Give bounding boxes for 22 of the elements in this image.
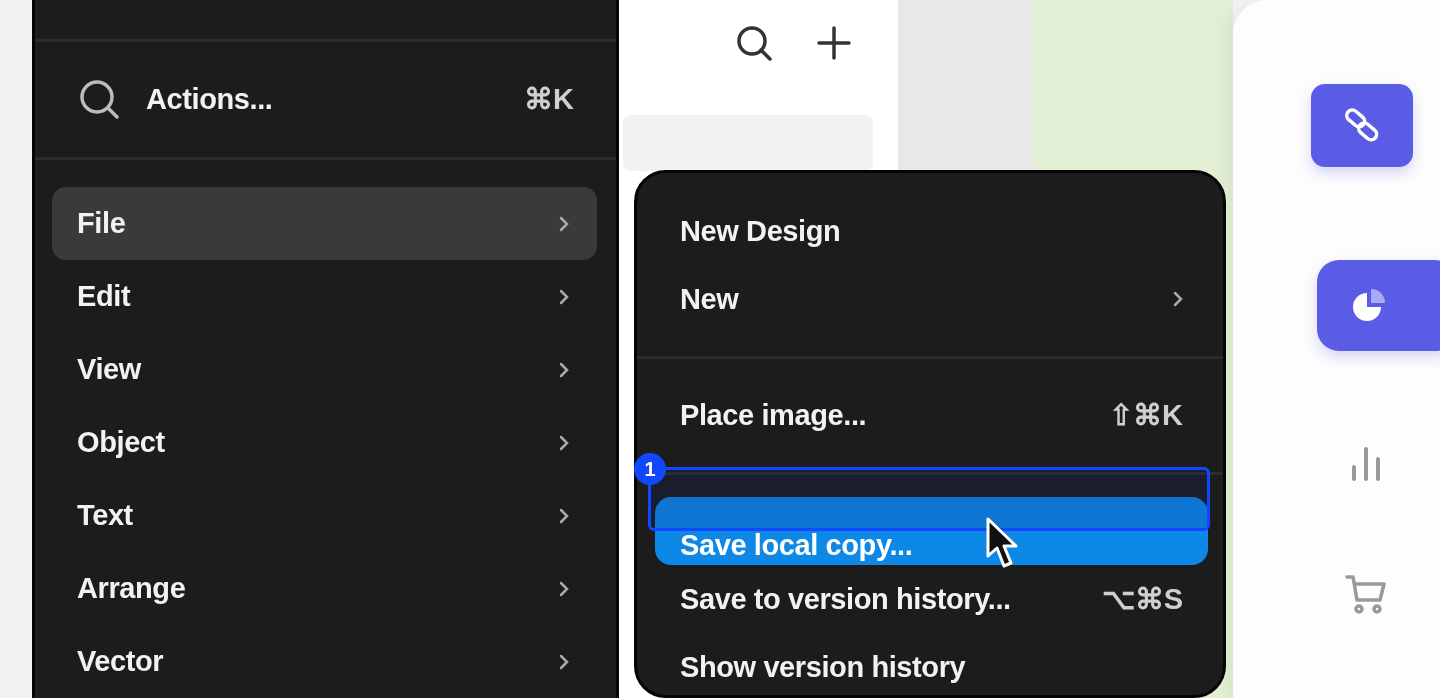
plus-icon[interactable] xyxy=(816,25,852,61)
menu-item[interactable]: File xyxy=(52,187,597,260)
menu-item[interactable]: Object xyxy=(52,406,597,479)
menu-item[interactable]: Edit xyxy=(52,260,597,333)
menu-item[interactable]: Save local copy... xyxy=(655,497,1208,565)
menu-item[interactable]: Arrange xyxy=(52,552,597,625)
menu-item[interactable]: Place image... ⇧⌘K xyxy=(655,381,1208,449)
menu-item[interactable]: New xyxy=(655,265,1208,333)
sidebar-button[interactable] xyxy=(1317,259,1440,351)
menu-item[interactable]: Text xyxy=(52,479,597,552)
search-icon[interactable] xyxy=(734,23,774,63)
shortcut-text: ⌘K xyxy=(524,82,574,117)
menu-item[interactable]: New Design xyxy=(655,197,1208,265)
sidebar-button[interactable] xyxy=(1311,84,1413,167)
shortcut-text: ⇧⌘K xyxy=(1109,398,1183,432)
search-icon xyxy=(77,77,121,122)
actions-search[interactable]: Actions... xyxy=(146,82,500,116)
menu-item[interactable]: Save to version history... ⌥⌘S xyxy=(655,565,1208,633)
menu-item[interactable]: Show version history xyxy=(655,633,1208,698)
shortcut-text: ⌥⌘S xyxy=(1101,582,1183,616)
menu-item[interactable]: Vector xyxy=(52,625,597,698)
menu-item[interactable]: View xyxy=(52,333,597,406)
